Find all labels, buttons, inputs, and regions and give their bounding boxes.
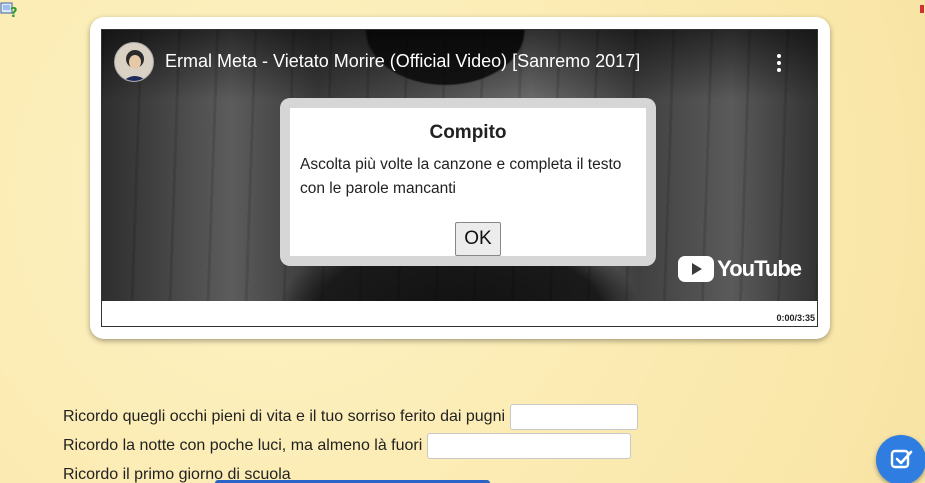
help-icon[interactable]: ?	[0, 0, 18, 21]
blank-input[interactable]	[510, 403, 639, 430]
blank-input[interactable]	[427, 432, 632, 459]
youtube-logo[interactable]: YouTube	[678, 256, 802, 282]
dialog-title: Compito	[429, 122, 507, 143]
kebab-menu-icon[interactable]	[771, 52, 787, 74]
lyric-line: Ricordo quegli occhi pieni di vita e il …	[63, 402, 639, 431]
scroll-marker	[919, 2, 925, 13]
youtube-play-icon	[678, 256, 715, 282]
ok-button[interactable]: OK	[455, 222, 501, 256]
lyric-line: Ricordo la notte con poche luci, ma alme…	[63, 431, 638, 460]
task-dialog: Compito Ascolta più volte la canzone e c…	[280, 98, 656, 266]
channel-avatar[interactable]	[114, 42, 154, 82]
task-dialog-content: Compito Ascolta più volte la canzone e c…	[290, 108, 646, 256]
video-card: Ermal Meta - Vietato Morire (Official Vi…	[90, 17, 830, 339]
check-answers-button[interactable]	[876, 435, 925, 483]
lyrics-exercise: Ricordo quegli occhi pieni di vita e il …	[63, 402, 639, 483]
video-time: 0:00/3:35	[776, 313, 815, 323]
check-icon	[890, 449, 913, 469]
video-title[interactable]: Ermal Meta - Vietato Morire (Official Vi…	[165, 51, 640, 72]
lyric-text: Ricordo quegli occhi pieni di vita e il …	[63, 407, 506, 425]
youtube-wordmark: YouTube	[717, 256, 802, 281]
lyric-text: Ricordo la notte con poche luci, ma alme…	[63, 436, 423, 454]
dialog-message: Ascolta più volte la canzone e completa …	[300, 156, 622, 197]
svg-text:?: ?	[10, 6, 18, 18]
